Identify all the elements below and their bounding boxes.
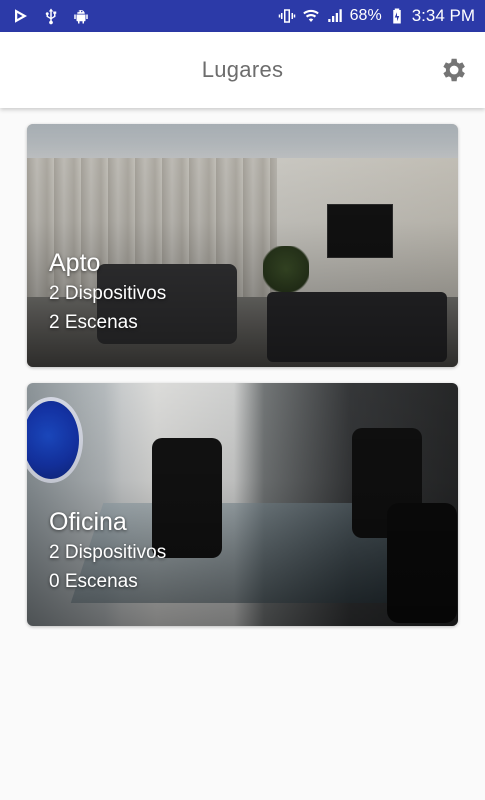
status-system: 68% 3:34 PM: [278, 6, 475, 26]
place-info: Apto 2 Dispositivos 2 Escenas: [49, 247, 166, 337]
battery-percent: 68%: [349, 7, 382, 24]
place-scenes-count: 2 Escenas: [49, 312, 138, 333]
place-card-oficina[interactable]: Oficina 2 Dispositivos 0 Escenas: [27, 383, 458, 626]
usb-icon: [42, 7, 60, 25]
place-scenes-count: 0 Escenas: [49, 571, 138, 592]
signal-icon: [326, 7, 344, 25]
page-title: Lugares: [201, 57, 284, 82]
place-info: Oficina 2 Dispositivos 0 Escenas: [49, 506, 166, 596]
wifi-icon: [302, 7, 320, 25]
play-store-download-icon: [12, 7, 30, 25]
vibrate-icon: [278, 7, 296, 25]
place-card-apto[interactable]: Apto 2 Dispositivos 2 Escenas: [27, 124, 458, 367]
place-name: Oficina: [49, 508, 127, 536]
battery-charging-icon: [388, 7, 406, 25]
status-notifications: [12, 7, 90, 25]
app-bar: Lugares: [0, 32, 485, 108]
place-devices-count: 2 Dispositivos: [49, 542, 167, 563]
status-time: 3:34 PM: [411, 6, 475, 25]
gear-icon: [443, 58, 465, 82]
settings-button[interactable]: [437, 54, 469, 86]
place-name: Apto: [49, 249, 101, 277]
place-devices-count: 2 Dispositivos: [49, 283, 167, 304]
status-bar: 68% 3:34 PM: [0, 0, 485, 32]
android-icon: [72, 7, 90, 25]
